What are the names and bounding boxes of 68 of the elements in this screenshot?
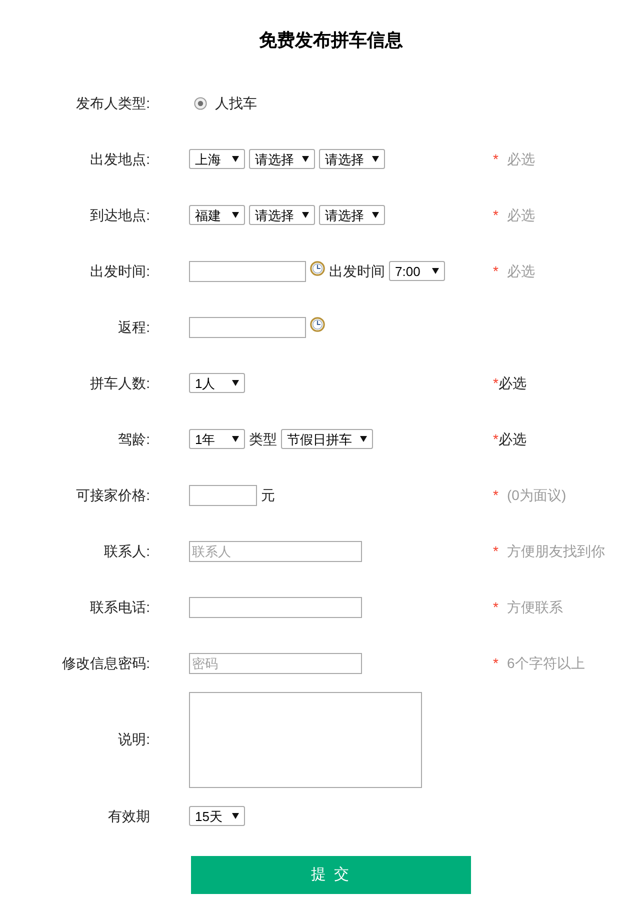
hint-text: 必选 (498, 374, 526, 392)
dropdown[interactable]: 7:00 (389, 261, 445, 281)
number-field[interactable] (189, 484, 257, 506)
hint-text: 必选 (498, 430, 526, 448)
dropdown[interactable]: 15天 (189, 806, 245, 826)
input-field[interactable] (189, 596, 362, 618)
date-field[interactable] (189, 316, 306, 338)
field-label: 驾龄: (117, 430, 150, 448)
caret-icon (232, 156, 239, 162)
radio-label[interactable]: 人找车 (215, 92, 257, 114)
input-field[interactable]: 联系人 (189, 540, 362, 562)
caret-icon (232, 436, 239, 442)
form-title: 免费发布拼车信息 (258, 29, 404, 52)
required-mark: * (493, 654, 500, 672)
dropdown[interactable]: 请选择 (249, 205, 315, 225)
caret-icon (232, 380, 239, 386)
hint-text: 必选 (507, 206, 535, 224)
hint-text: 6个字符以上 (507, 654, 585, 672)
field-label: 出发地点: (89, 150, 150, 168)
caret-icon (232, 813, 239, 819)
dropdown[interactable]: 请选择 (319, 205, 385, 225)
caret-icon (360, 436, 367, 442)
field-label: 联系人: (103, 542, 150, 560)
required-mark: * (493, 598, 500, 616)
caret-icon (372, 156, 379, 162)
required-mark: * (493, 150, 500, 168)
field-label: 发布人类型: (75, 94, 150, 112)
caret-icon (232, 212, 239, 218)
hint-text: (0为面议) (507, 486, 566, 505)
required-mark: * (493, 374, 498, 392)
dropdown[interactable]: 上海 (189, 149, 245, 169)
field-label: 拼车人数: (89, 374, 150, 392)
hint-text: 必选 (507, 262, 535, 280)
text-area[interactable] (189, 692, 422, 788)
field-label: 到达地点: (89, 206, 150, 224)
dropdown[interactable]: 1人 (189, 373, 245, 393)
field-label: 可接家价格: (75, 486, 150, 504)
caret-icon (432, 268, 439, 274)
required-mark: * (493, 542, 500, 560)
field-label: 修改信息密码: (61, 654, 150, 672)
radio-button[interactable] (194, 96, 207, 110)
inline-label: 元 (261, 486, 275, 504)
field-label: 有效期 (107, 806, 150, 826)
field-label: 说明: (117, 730, 150, 749)
field-label: 联系电话: (89, 598, 150, 616)
hint-text: 方便朋友找到你 (507, 542, 605, 560)
hint-text: 必选 (507, 150, 535, 168)
inline-label: 出发时间 (329, 262, 385, 280)
dropdown[interactable]: 请选择 (249, 149, 315, 169)
dropdown[interactable]: 福建 (189, 205, 245, 225)
dropdown[interactable]: 请选择 (319, 149, 385, 169)
required-mark: * (493, 430, 498, 448)
caret-icon (302, 212, 309, 218)
password-field[interactable]: 密码 (189, 652, 362, 674)
dropdown[interactable]: 1年 (189, 429, 245, 449)
field-label: 出发时间: (89, 262, 150, 280)
dropdown[interactable]: 节假日拼车 (281, 429, 373, 449)
date-field[interactable] (189, 260, 306, 282)
caret-icon (372, 212, 379, 218)
required-mark: * (493, 262, 500, 280)
caret-icon (302, 156, 309, 162)
required-mark: * (493, 206, 500, 224)
field-label: 返程: (117, 318, 150, 336)
clock-icon[interactable] (310, 317, 325, 332)
inline-label: 类型 (249, 430, 277, 448)
required-mark: * (493, 486, 500, 504)
clock-icon[interactable] (310, 261, 325, 276)
hint-text: 方便联系 (507, 598, 563, 616)
